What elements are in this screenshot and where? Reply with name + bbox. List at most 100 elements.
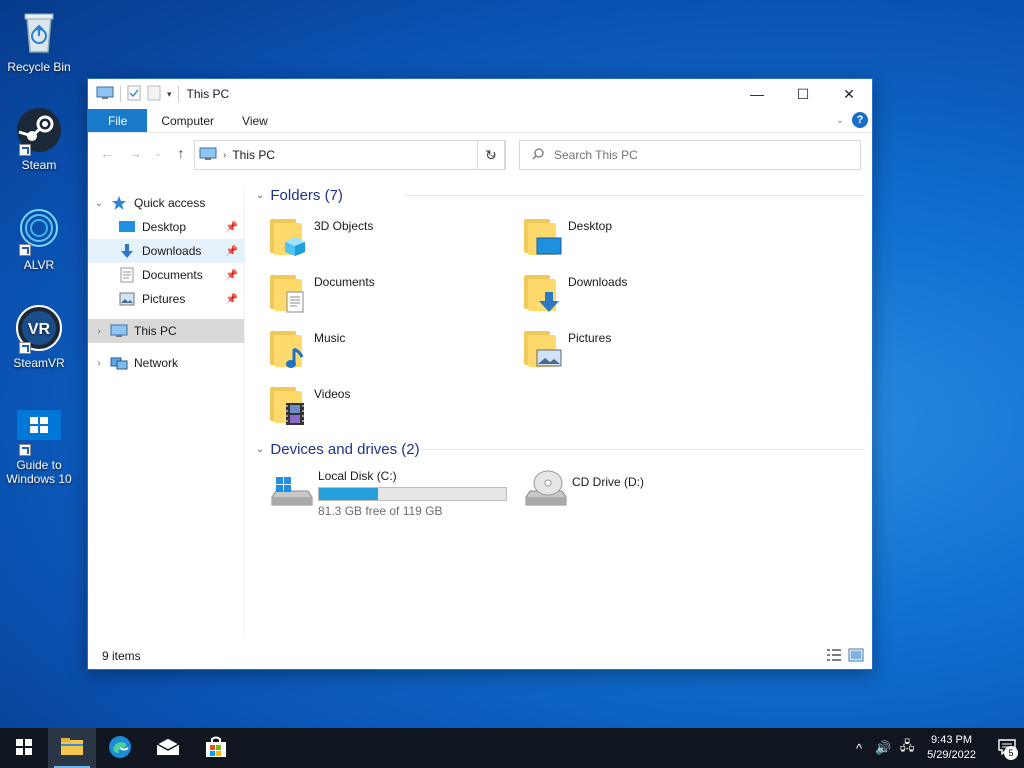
taskbar-edge[interactable]	[96, 728, 144, 768]
sidebar-item-label: Pictures	[142, 292, 186, 306]
pin-icon[interactable]: 📌	[226, 222, 238, 233]
folder-music[interactable]: Music	[268, 325, 522, 373]
collapsed-chevron-icon[interactable]: ›	[88, 358, 110, 369]
desktop-icon-windows-guide[interactable]: Guide to Windows 10	[4, 406, 74, 486]
drive-name: CD Drive (D:)	[572, 475, 644, 489]
up-button[interactable]: ↑	[170, 142, 192, 164]
search-box[interactable]	[519, 140, 861, 170]
desktop-icon-steamvr[interactable]: VR SteamVR	[4, 304, 74, 370]
chevron-up-icon[interactable]: ^	[847, 741, 871, 756]
close-button[interactable]: ✕	[826, 79, 872, 109]
alvr-icon	[15, 206, 63, 256]
large-icons-view-icon[interactable]	[848, 648, 864, 662]
folder-name: Desktop	[568, 219, 613, 233]
desktop-icon-recycle-bin[interactable]: Recycle Bin	[4, 8, 74, 74]
local-disk-icon	[268, 467, 314, 511]
folder-downloads[interactable]: Downloads	[522, 269, 776, 317]
desktop-icon-label: SteamVR	[13, 356, 65, 370]
minimize-button[interactable]: —	[734, 79, 780, 109]
recent-locations-button[interactable]: ⌄	[152, 142, 164, 164]
desktop-icon-steam[interactable]: Steam	[4, 106, 74, 172]
tab-computer[interactable]: Computer	[147, 109, 228, 132]
network-icon	[110, 355, 128, 371]
window-controls: — ☐ ✕	[734, 79, 872, 109]
drive-c[interactable]: Local Disk (C:) 81.3 GB free of 119 GB	[268, 467, 522, 518]
divider	[420, 449, 864, 450]
sidebar-item-documents[interactable]: Documents 📌	[88, 263, 244, 287]
expanded-chevron-icon[interactable]: ⌄	[88, 198, 110, 209]
collapse-group-icon[interactable]: ⌄	[256, 444, 264, 455]
sidebar-item-this-pc[interactable]: › This PC	[88, 319, 244, 343]
sidebar-item-quick-access[interactable]: ⌄ Quick access	[88, 191, 244, 215]
collapse-group-icon[interactable]: ⌄	[256, 190, 264, 201]
properties-icon[interactable]	[127, 85, 141, 104]
network-icon[interactable]: 🖧	[895, 737, 919, 759]
address-bar[interactable]: › This PC ⌄	[194, 140, 506, 170]
new-folder-icon[interactable]	[147, 85, 161, 104]
folder-pictures[interactable]: Pictures	[522, 325, 776, 373]
sidebar-item-network[interactable]: › Network	[88, 351, 244, 375]
folder-name: Music	[314, 331, 346, 345]
action-center-button[interactable]: 5	[990, 728, 1024, 768]
refresh-button[interactable]: ↻	[477, 140, 505, 170]
desktop-icon-alvr[interactable]: ALVR	[4, 206, 74, 272]
folder-3d-objects[interactable]: 3D Objects	[268, 213, 522, 261]
clock[interactable]: 9:43 PM 5/29/2022	[927, 733, 976, 763]
taskbar-store[interactable]	[192, 728, 240, 768]
desktop-icon	[118, 219, 136, 235]
forward-button[interactable]: →	[124, 142, 146, 164]
pin-icon[interactable]: 📌	[226, 270, 238, 281]
expand-ribbon-icon[interactable]: ⌄	[836, 115, 844, 126]
folder-videos[interactable]: Videos	[268, 381, 522, 429]
sidebar-item-downloads[interactable]: Downloads 📌	[88, 239, 244, 263]
back-button[interactable]: ←	[96, 142, 118, 164]
item-count: 9 items	[102, 649, 141, 663]
computer-icon	[110, 323, 128, 339]
desktop-icon-label: Guide to Windows 10	[6, 458, 72, 486]
folder-name: Documents	[314, 275, 375, 289]
clock-date: 5/29/2022	[927, 749, 976, 761]
windows-guide-icon	[15, 406, 63, 456]
start-button[interactable]	[0, 728, 48, 768]
sidebar-item-desktop[interactable]: Desktop 📌	[88, 215, 244, 239]
taskbar-file-explorer[interactable]	[48, 728, 96, 768]
desktop-icon-label: Steam	[21, 158, 57, 172]
view-buttons	[826, 648, 864, 662]
breadcrumb-separator-icon[interactable]: ›	[223, 150, 226, 161]
drive-name: Local Disk (C:)	[318, 469, 397, 483]
sidebar-item-label: Downloads	[142, 244, 202, 258]
pin-icon[interactable]: 📌	[226, 246, 238, 257]
drive-usage-bar	[318, 487, 507, 501]
steamvr-icon: VR	[15, 304, 63, 354]
desktop-icon-label: ALVR	[23, 258, 55, 272]
pin-icon[interactable]: 📌	[226, 294, 238, 305]
search-input[interactable]	[554, 148, 834, 162]
drive-d[interactable]: CD Drive (D:)	[522, 467, 776, 517]
customize-toolbar-icon[interactable]: ▾	[167, 89, 172, 100]
start-icon	[16, 738, 32, 758]
taskbar-mail[interactable]	[144, 728, 192, 768]
maximize-button[interactable]: ☐	[780, 79, 826, 109]
navigation-pane: ⌄ Quick access Desktop 📌 Downloads 📌 Doc	[88, 187, 245, 637]
help-icon[interactable]: ?	[852, 112, 868, 128]
sidebar-item-label: Desktop	[142, 220, 187, 234]
folder-documents[interactable]: Documents	[268, 269, 522, 317]
details-view-icon[interactable]	[826, 648, 842, 662]
sidebar-item-pictures[interactable]: Pictures 📌	[88, 287, 244, 311]
tab-view[interactable]: View	[228, 109, 282, 132]
file-explorer-icon	[60, 737, 84, 760]
shortcut-arrow-icon	[19, 342, 31, 354]
drives-group-header[interactable]: ⌄ Devices and drives (2)	[254, 437, 864, 461]
folders-group-header[interactable]: ⌄ Folders (7)	[254, 183, 864, 207]
volume-icon[interactable]: 🔊	[871, 740, 895, 756]
title-bar[interactable]: ▾ This PC — ☐ ✕	[88, 79, 872, 109]
desktop-folder-icon	[522, 213, 562, 257]
documents-folder-icon	[268, 269, 308, 313]
collapsed-chevron-icon[interactable]: ›	[88, 326, 110, 337]
music-folder-icon	[268, 325, 308, 369]
tab-file[interactable]: File	[88, 109, 148, 132]
breadcrumb-this-pc[interactable]: This PC	[232, 148, 275, 162]
picture-icon	[118, 291, 136, 307]
folder-desktop[interactable]: Desktop	[522, 213, 776, 261]
svg-text:VR: VR	[28, 321, 51, 338]
